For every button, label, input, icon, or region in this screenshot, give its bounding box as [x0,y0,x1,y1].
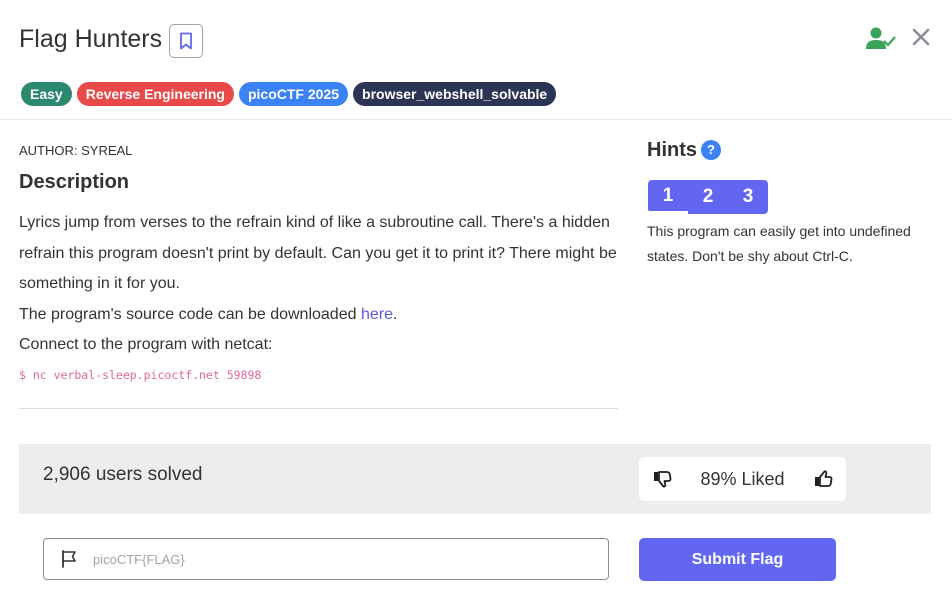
tag-event: picoCTF 2025 [238,82,349,106]
hint-tabs: 1 2 3 [648,180,768,214]
close-icon[interactable] [910,26,932,48]
hint-tab-3[interactable]: 3 [728,180,768,214]
stats-bar: 2,906 users solved 89% Liked [19,444,931,514]
tag-category: Reverse Engineering [76,82,234,106]
thumbs-up-icon[interactable] [813,469,833,489]
description-download-line: The program's source code can be downloa… [19,305,398,323]
flag-icon [62,550,76,568]
description-divider [19,408,618,409]
thumbs-down-icon[interactable] [652,469,672,489]
user-solved-check-icon [866,27,896,49]
tag-list: Easy Reverse Engineering picoCTF 2025 br… [21,82,557,106]
challenge-header: Flag Hunters Easy Reverse Engineering pi… [0,0,952,120]
bookmark-button[interactable] [169,24,203,58]
challenge-title: Flag Hunters [19,25,163,53]
help-icon[interactable]: ? [701,140,721,160]
likes-box: 89% Liked [639,457,846,501]
hint-text: This program can easily get into undefin… [647,223,911,264]
description-body: Lyrics jump from verses to the refrain k… [19,208,619,361]
hint-tab-2[interactable]: 2 [688,180,728,214]
users-solved-count: 2,906 users solved [43,464,203,485]
tag-difficulty: Easy [21,82,72,106]
hint-tab-1[interactable]: 1 [648,180,688,214]
description-paragraph: Lyrics jump from verses to the refrain k… [19,214,617,292]
flag-input-field [43,538,609,580]
tag-webshell: browser_webshell_solvable [353,82,557,106]
description-heading: Description [19,171,130,193]
source-download-link[interactable]: here [361,306,393,323]
hints-heading: Hints [647,139,697,161]
bookmark-icon [180,32,192,50]
flag-input[interactable] [93,547,593,571]
netcat-command: $ nc verbal-sleep.picoctf.net 59898 [19,368,262,382]
author-label: AUTHOR: SYREAL [19,143,133,158]
description-connect-line: Connect to the program with netcat: [19,336,273,353]
submit-flag-button[interactable]: Submit Flag [639,538,836,581]
